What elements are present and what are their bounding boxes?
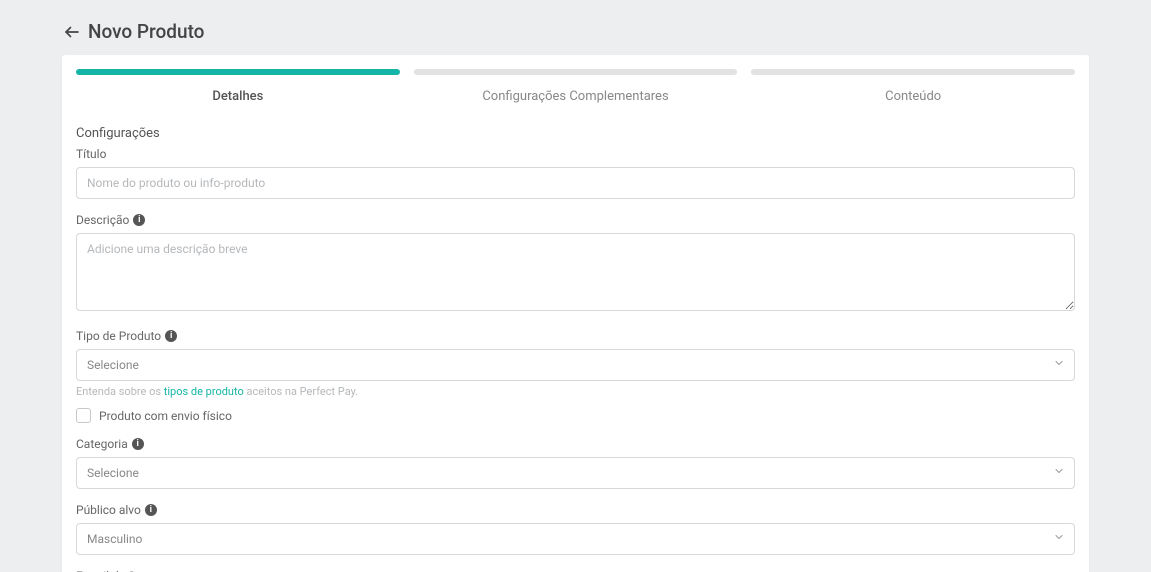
select-value: Selecione <box>76 457 1075 489</box>
form-card: Detalhes Configurações Complementares Co… <box>62 55 1089 572</box>
step-bar <box>751 69 1075 75</box>
info-icon[interactable]: i <box>145 504 157 516</box>
field-titulo: Título <box>76 147 1075 199</box>
field-categoria: Categoria i Selecione <box>76 437 1075 489</box>
help-prefix: Entenda sobre os <box>76 385 164 398</box>
input-titulo[interactable] <box>76 167 1075 199</box>
select-value: Masculino <box>76 523 1075 555</box>
label-categoria: Categoria i <box>76 437 1075 451</box>
page-title: Novo Produto <box>88 20 204 43</box>
step-detalhes[interactable]: Detalhes <box>76 69 400 118</box>
select-value: Selecione <box>76 349 1075 381</box>
step-conteudo[interactable]: Conteúdo <box>751 69 1075 118</box>
form-area: Configurações Título Descrição i Tipo <box>62 118 1089 572</box>
info-icon[interactable]: i <box>133 214 145 226</box>
label-text: Título <box>76 147 106 161</box>
step-label: Detalhes <box>76 89 400 118</box>
help-suffix: aceitos na Perfect Pay. <box>244 385 358 398</box>
select-publico-alvo[interactable]: Masculino <box>76 523 1075 555</box>
select-categoria[interactable]: Selecione <box>76 457 1075 489</box>
section-title: Configurações <box>76 118 1075 147</box>
step-configuracoes-complementares[interactable]: Configurações Complementares <box>414 69 738 118</box>
textarea-descricao[interactable] <box>76 233 1075 311</box>
step-bar <box>414 69 738 75</box>
select-tipo-produto[interactable]: Selecione <box>76 349 1075 381</box>
checkbox-envio-fisico[interactable] <box>76 408 91 423</box>
checkbox-label: Produto com envio físico <box>99 409 232 423</box>
label-publico-alvo: Público alvo i <box>76 503 1075 517</box>
field-tipo-produto: Tipo de Produto i Selecione Entenda sobr… <box>76 329 1075 398</box>
info-icon[interactable]: i <box>165 330 177 342</box>
stepper: Detalhes Configurações Complementares Co… <box>62 55 1089 118</box>
info-icon[interactable]: i <box>132 438 144 450</box>
step-bar <box>76 69 400 75</box>
label-tipo-produto: Tipo de Produto i <box>76 329 1075 343</box>
help-tipo-produto: Entenda sobre os tipos de produto aceito… <box>76 385 1075 398</box>
label-titulo: Título <box>76 147 1075 161</box>
page-header: Novo Produto <box>0 0 1151 55</box>
field-publico-alvo: Público alvo i Masculino <box>76 503 1075 555</box>
label-text: Público alvo <box>76 503 141 517</box>
label-text: Categoria <box>76 437 128 451</box>
step-label: Configurações Complementares <box>414 89 738 118</box>
back-arrow-icon[interactable] <box>62 22 82 42</box>
help-link[interactable]: tipos de produto <box>164 385 244 398</box>
checkbox-envio-fisico-row: Produto com envio físico <box>76 408 1075 423</box>
label-text: Descrição <box>76 213 129 227</box>
field-descricao: Descrição i <box>76 213 1075 315</box>
label-text: Tipo de Produto <box>76 329 161 343</box>
label-descricao: Descrição i <box>76 213 1075 227</box>
step-label: Conteúdo <box>751 89 1075 118</box>
